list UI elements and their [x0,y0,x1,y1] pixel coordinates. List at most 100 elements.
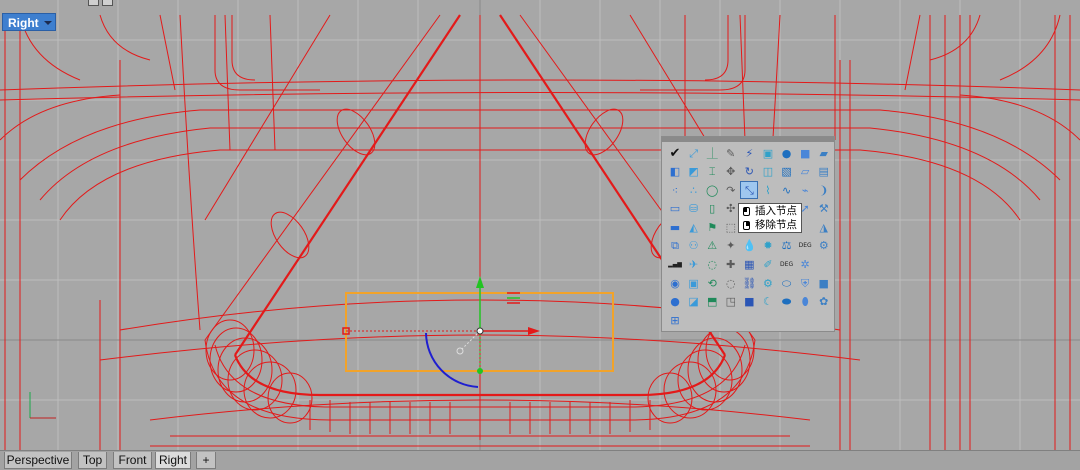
gumball-y-arrow [476,276,484,288]
wave-icon[interactable]: ∿ [779,182,795,198]
bulb-icon[interactable]: ◌ [704,257,720,273]
moon-icon[interactable]: ☾ [760,294,776,310]
capsule-icon[interactable]: ⬭ [779,275,795,291]
bucket-icon[interactable]: ⛁ [686,201,702,217]
drop-icon[interactable]: 💧 [741,238,757,254]
model-scene[interactable] [0,0,1080,450]
degree-alt-icon[interactable]: DEG [779,257,795,273]
toolbar-titlebar[interactable] [662,137,834,142]
monitor-icon[interactable]: ▭ [667,201,683,217]
wand-icon[interactable]: ⚡ [741,145,757,161]
tooltip-row-left-click: 插入节点 [739,204,801,218]
flag-icon[interactable]: ⚑ [704,219,720,235]
network-icon[interactable]: ⊞ [667,312,683,328]
shovel-icon[interactable]: ⚒ [816,201,832,217]
globe-icon[interactable]: ◉ [667,275,683,291]
tooltip: 插入节点 移除节点 [738,203,802,233]
dotted-ring-icon[interactable]: ◌ [723,275,739,291]
circle-icon[interactable]: ◯ [704,182,720,198]
plane-icon[interactable]: ▱ [797,164,813,180]
shield-icon[interactable]: ⛨ [797,275,813,291]
hook-icon[interactable]: ⌁ [797,182,813,198]
tooltip-row-right-click: 移除节点 [739,218,801,232]
pencil-icon[interactable]: ✎ [723,145,739,161]
gumball-x-arrow [528,327,540,335]
star-icon[interactable]: ✹ [760,238,776,254]
blend-icon[interactable]: ▧ [779,164,795,180]
gear-green-icon[interactable]: ⚙ [760,275,776,291]
pipe-icon[interactable]: ⬬ [779,294,795,310]
move-arrows-icon[interactable]: ✚ [723,257,739,273]
loop-arrows-icon[interactable]: ⟲ [704,275,720,291]
right-click-icon [743,220,750,230]
sphere-icon[interactable]: ● [779,145,795,161]
tooltip-insert-knot: 插入节点 [755,205,797,217]
bulb-blue-icon[interactable]: ✦ [723,238,739,254]
construction-grid [0,0,1080,450]
surface-icon[interactable]: ▰ [816,145,832,161]
warning-icon[interactable]: ⚠ [704,238,720,254]
viewport-title[interactable]: Right [2,13,56,31]
zoom-extents-icon[interactable]: ⤢ [686,145,702,161]
pin-icon[interactable]: ⏊ [704,145,720,161]
tooltip-remove-knot: 移除节点 [755,219,797,231]
axis-indicator [29,392,56,419]
viewport-title-label: Right [8,16,39,30]
bracket-curve-icon[interactable]: ❩ [816,182,832,198]
cog-icon[interactable]: ✲ [797,257,813,273]
tab-right[interactable]: Right [155,452,191,469]
floating-toolbar[interactable]: ✔⤢⏊✎⚡▣●■▰◧◩⌶✥↻◫▧▱▤⁖∴◯↷⤡⌇∿⌁❩▭⛁▯✣■▢▢➚⚒▬◭⚑⬚… [661,136,835,332]
arc-icon[interactable]: ↷ [723,182,739,198]
cube-icon[interactable]: ▣ [760,145,776,161]
tab-add[interactable]: + [196,452,216,469]
blade-right-icon[interactable]: ◮ [816,219,832,235]
tab-front[interactable]: Front [113,452,152,469]
toolbar-button-grid: ✔⤢⏊✎⚡▣●■▰◧◩⌶✥↻◫▧▱▤⁖∴◯↷⤡⌇∿⌁❩▭⛁▯✣■▢▢➚⚒▬◭⚑⬚… [666,144,833,330]
points-icon[interactable]: ⁖ [667,182,683,198]
cylinder-icon[interactable]: ⬮ [797,294,813,310]
gear-blue-icon[interactable]: ⚙ [816,238,832,254]
camera-icon[interactable]: ▣ [686,275,702,291]
curve-points-icon[interactable]: ∴ [686,182,702,198]
people-icon[interactable]: ⚇ [686,238,702,254]
tab-top[interactable]: Top [78,452,107,469]
polyline-icon[interactable]: ⌇ [760,182,776,198]
gumball-rotation-arc [425,332,479,388]
surface-edit-icon[interactable]: ◩ [686,164,702,180]
viewport-right[interactable]: Right ✔⤢⏊✎⚡▣●■▰◧◩⌶✥↻◫▧▱▤⁖∴◯↷⤡⌇∿⌁❩▭⛁▯✣■▢▢… [0,0,1080,450]
dotted-cube-icon[interactable]: ⬚ [723,219,739,235]
flat-surface-icon[interactable]: ▬ [667,219,683,235]
paint-icon[interactable]: ✐ [760,257,776,273]
cube-blue-icon[interactable]: ■ [816,275,832,291]
blank-icon [816,257,832,273]
tab-perspective[interactable]: Perspective [4,452,72,469]
extrude-icon[interactable]: ▤ [816,164,832,180]
scale-icon[interactable]: ⚖ [779,238,795,254]
patch-icon[interactable]: ◫ [760,164,776,180]
door-icon[interactable]: ▯ [704,201,720,217]
gumball-widget [342,276,614,388]
blade-icon[interactable]: ◭ [686,219,702,235]
rebuild-icon[interactable]: ✥ [723,164,739,180]
chain-icon[interactable]: ⛓ [741,275,757,291]
loop-icon[interactable]: ↻ [741,164,757,180]
cube-blue-icon[interactable]: ■ [797,145,813,161]
stack-icon[interactable]: ⧉ [667,238,683,254]
sphere-blue-icon[interactable]: ● [667,294,683,310]
check-icon[interactable]: ✔ [667,145,683,161]
layers-icon[interactable]: ◧ [667,164,683,180]
cube-solid-icon[interactable]: ■ [741,294,757,310]
bookmark-icon[interactable]: ⬒ [704,294,720,310]
cube-open-icon[interactable]: ◳ [723,294,739,310]
viewport-tab-bar: Perspective Top Front Right + [0,450,1080,470]
film-icon[interactable]: ▦ [741,257,757,273]
bracket-icon[interactable]: ⌶ [704,164,720,180]
degree-icon[interactable]: DEG [797,238,813,254]
plane-fly-icon[interactable]: ✈ [686,257,702,273]
map-icon[interactable]: ◪ [686,294,702,310]
cog-blue-icon[interactable]: ✿ [816,294,832,310]
bar-chart-icon[interactable]: ▂▄▆ [667,257,683,273]
insert-knot-icon[interactable]: ⤡ [740,181,759,200]
left-click-icon [743,206,750,216]
fan-icon[interactable]: ✣ [723,201,739,217]
